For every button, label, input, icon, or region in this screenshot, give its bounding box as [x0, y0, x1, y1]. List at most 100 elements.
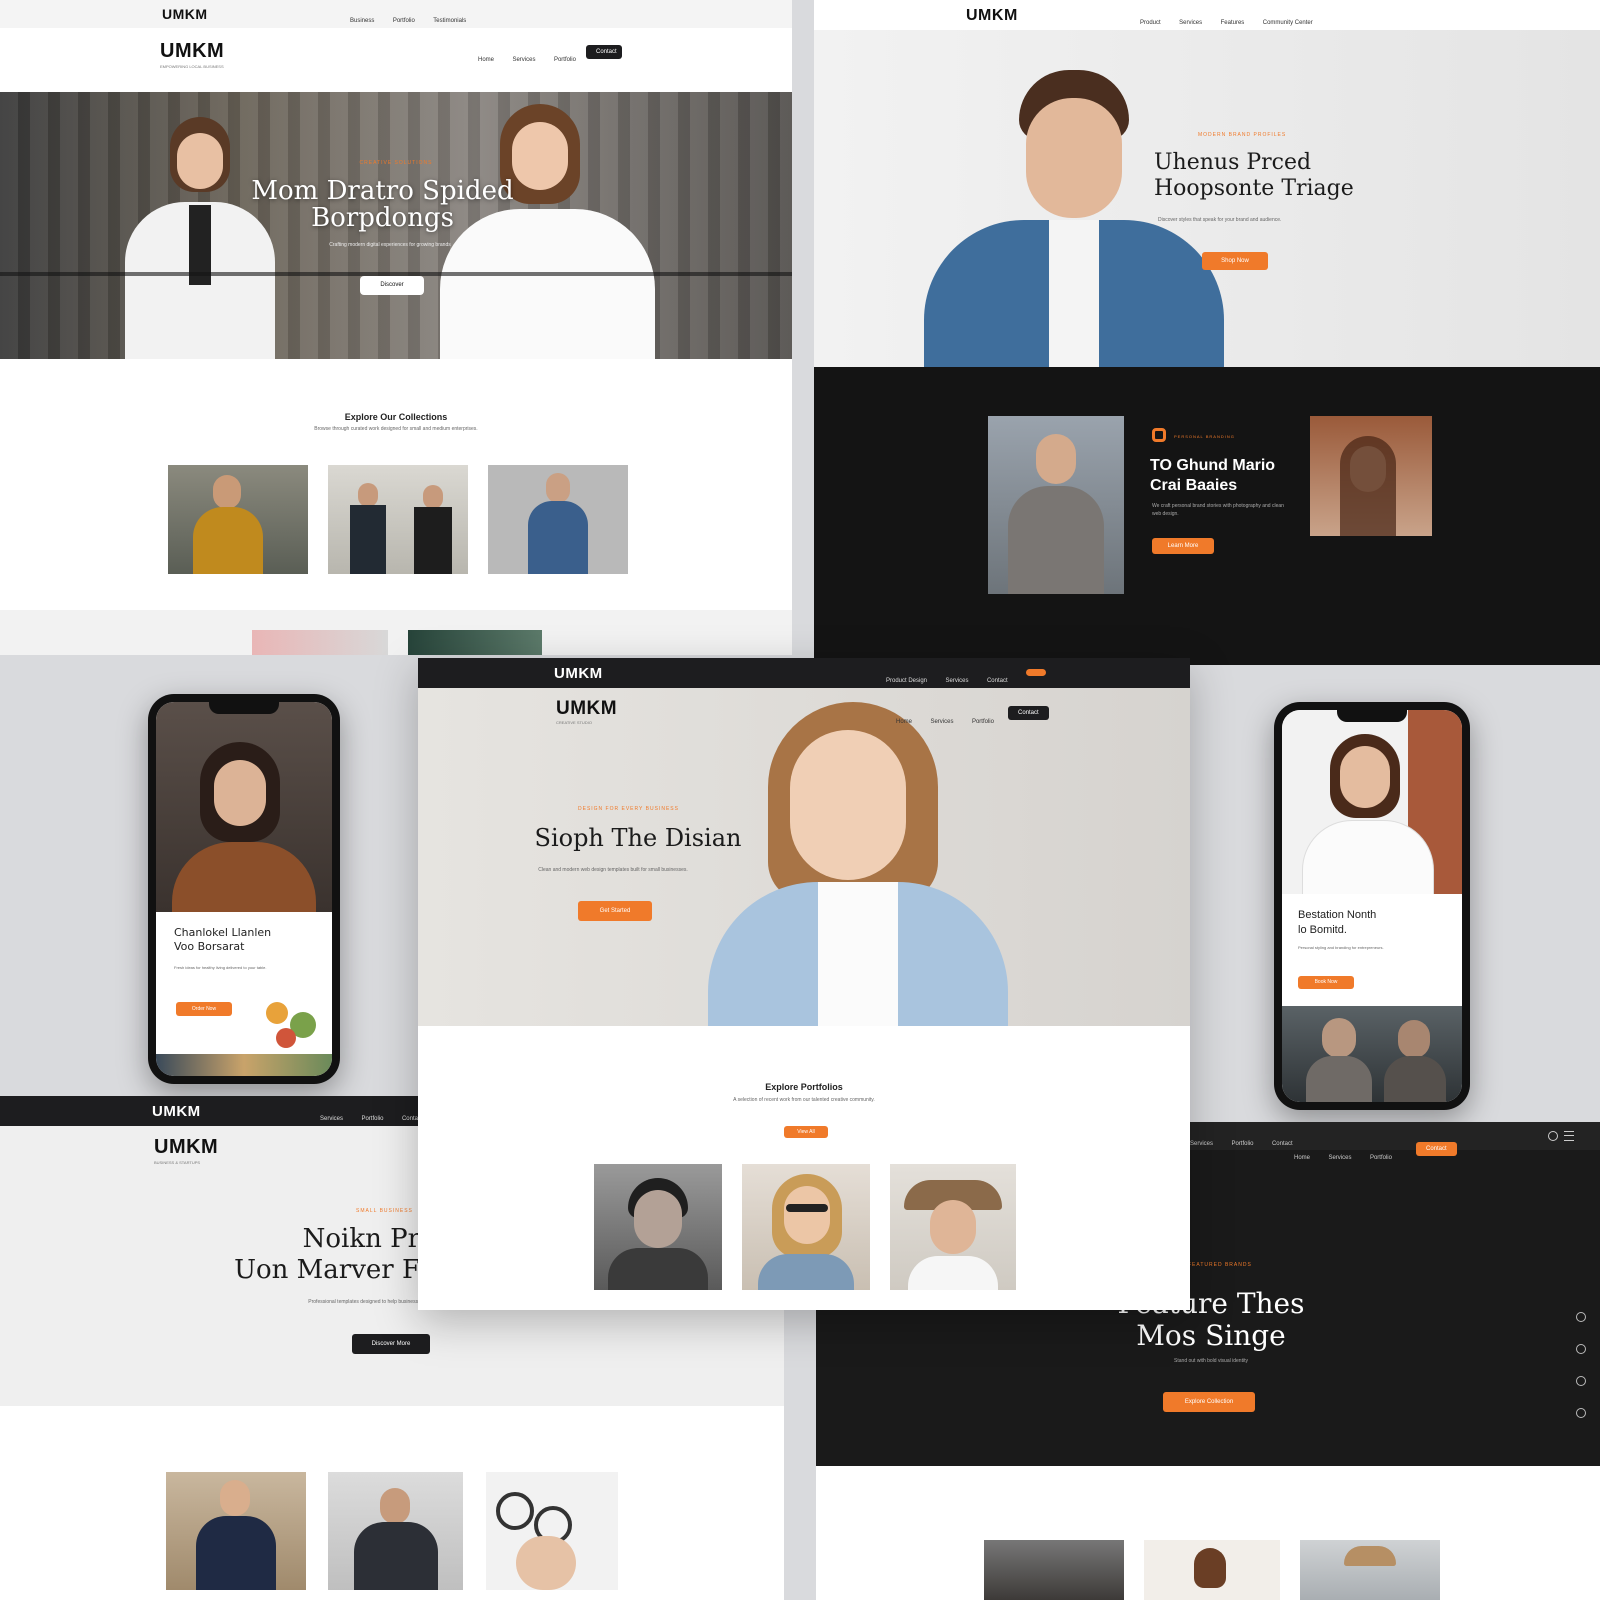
features-title: Explore Portfolios — [765, 1082, 843, 1092]
logo[interactable]: UMKM — [154, 1136, 218, 1159]
header: UMKM EMPOWERING LOCAL BUSINESS Home Serv… — [0, 28, 792, 92]
nav-link[interactable]: Home — [478, 57, 494, 63]
feature-image[interactable] — [1310, 416, 1432, 536]
portfolio-image[interactable] — [168, 465, 308, 574]
globe-icon[interactable] — [1548, 1131, 1558, 1141]
nav-link[interactable]: Portfolio — [393, 18, 415, 24]
nav-link[interactable]: Home — [896, 719, 912, 725]
nav-link[interactable]: Services — [320, 1116, 343, 1122]
nav-link[interactable]: Portfolio — [361, 1116, 383, 1122]
logo[interactable]: UMKM — [966, 7, 1018, 25]
hero-kicker: MODERN BRAND PROFILES — [1198, 132, 1287, 138]
hero-kicker: DESIGN FOR EVERY BUSINESS — [578, 806, 679, 812]
portfolio-image[interactable] — [890, 1164, 1016, 1290]
feature-image[interactable] — [988, 416, 1124, 594]
phone-hero-image — [156, 702, 332, 912]
mockup-top-left: UMKM Business Portfolio Testimonials UMK… — [0, 0, 792, 655]
hero-button[interactable]: Discover — [360, 276, 424, 295]
nav-link[interactable]: Services — [930, 719, 953, 725]
strip-image — [408, 630, 542, 655]
portfolio-image[interactable] — [328, 465, 468, 574]
portfolio-image[interactable] — [742, 1164, 870, 1290]
phone-notch — [1337, 710, 1407, 722]
gallery-image[interactable] — [984, 1540, 1124, 1600]
hero-kicker: CREATIVE SOLUTIONS — [359, 160, 433, 166]
nav-link[interactable]: Services — [945, 678, 968, 684]
contact-button[interactable]: Contact — [1416, 1142, 1457, 1156]
nav-link[interactable]: Business — [350, 18, 374, 24]
dark-button[interactable]: Learn More — [1152, 538, 1214, 554]
features-subtitle: A selection of recent work from our tale… — [733, 1097, 875, 1103]
hero-title: Sioph The Disian — [534, 824, 742, 852]
nav-link[interactable]: Features — [1221, 20, 1245, 26]
topbar-nav: Product Design Services Contact — [872, 669, 1008, 687]
gallery-image[interactable] — [1144, 1540, 1280, 1600]
hero-button[interactable]: Get Started — [578, 901, 652, 921]
toggle-icon[interactable] — [1026, 669, 1046, 676]
tagline: BUSINESS & STARTUPS — [154, 1160, 201, 1165]
nav-link[interactable]: Home — [1294, 1155, 1310, 1161]
topbar-nav: Product Services Features Community Cent… — [1126, 11, 1313, 29]
food-illustration — [256, 992, 326, 1052]
brand-badge-icon — [1152, 428, 1166, 442]
header-nav: Home Services Portfolio — [882, 710, 994, 728]
portfolio-image[interactable] — [594, 1164, 722, 1290]
phone-title-line: lo Bomitd. — [1298, 924, 1347, 936]
phone-title: Bestation Nonth lo Bomitd. — [1298, 908, 1448, 938]
section-strip — [0, 610, 792, 655]
gallery-image[interactable] — [166, 1472, 306, 1590]
bottom-strip — [156, 1054, 332, 1076]
nav-link[interactable]: Services — [512, 57, 535, 63]
nav-link[interactable]: Portfolio — [972, 719, 994, 725]
nav-link[interactable]: Product Design — [886, 678, 927, 684]
portfolio-image[interactable] — [488, 465, 628, 574]
tagline: EMPOWERING LOCAL BUSINESS — [160, 64, 224, 69]
nav-link[interactable]: Portfolio — [554, 57, 576, 63]
hero-image — [418, 688, 1190, 1026]
hero-title-line: Hoopsonte Triage — [1154, 176, 1354, 201]
nav-link[interactable]: Community Center — [1263, 20, 1313, 26]
social-icons — [1576, 1312, 1588, 1418]
contact-button[interactable]: Contact — [586, 45, 622, 59]
hero-title-line: Borpdongs — [311, 203, 454, 233]
nav-link[interactable]: Services — [1190, 1141, 1213, 1147]
tagline: CREATIVE STUDIO — [556, 720, 592, 725]
nav-link[interactable]: Portfolio — [1370, 1155, 1392, 1161]
hero-title: Mom Dratro Spided Borpdongs — [0, 178, 765, 232]
phone-subtitle: Fresh ideas for healthy living delivered… — [174, 965, 267, 970]
hero-title-line: Noikn Pr — [302, 1224, 420, 1254]
gallery-image[interactable] — [486, 1472, 618, 1590]
topbar-nav: Services Portfolio Contact — [1176, 1132, 1293, 1150]
phone-hero-image — [1282, 710, 1462, 894]
gallery-image[interactable] — [1300, 1540, 1440, 1600]
nav-link[interactable]: Contact — [987, 678, 1008, 684]
nav-link[interactable]: Testimonials — [433, 18, 466, 24]
hero-subtitle: Stand out with bold visual identity — [1174, 1358, 1248, 1364]
social-icon[interactable] — [1576, 1376, 1586, 1386]
nav-link[interactable]: Services — [1328, 1155, 1351, 1161]
social-icon[interactable] — [1576, 1312, 1586, 1322]
dark-subtitle: We craft personal brand stories with pho… — [1152, 503, 1284, 517]
menu-icon[interactable] — [1564, 1131, 1574, 1141]
logo[interactable]: UMKM — [160, 40, 224, 63]
logo[interactable]: UMKM — [554, 665, 603, 682]
gallery-image[interactable] — [328, 1472, 463, 1590]
header-nav: Home Services Portfolio — [464, 48, 576, 66]
logo[interactable]: UMKM — [162, 6, 208, 22]
nav-link[interactable]: Product — [1140, 20, 1161, 26]
logo[interactable]: UMKM — [556, 698, 617, 720]
hero-title-line: Mom Dratro Spided — [251, 176, 514, 206]
logo[interactable]: UMKM — [152, 1103, 201, 1120]
contact-button[interactable]: Contact — [1008, 706, 1049, 720]
social-icon[interactable] — [1576, 1344, 1586, 1354]
hero-button[interactable]: Discover More — [352, 1334, 430, 1354]
social-icon[interactable] — [1576, 1408, 1586, 1418]
features-button[interactable]: View All — [784, 1126, 828, 1138]
nav-link[interactable]: Services — [1179, 20, 1202, 26]
phone-button[interactable]: Book Now — [1298, 976, 1354, 989]
nav-link[interactable]: Portfolio — [1231, 1141, 1253, 1147]
phone-button[interactable]: Order Now — [176, 1002, 232, 1016]
hero-button[interactable]: Shop Now — [1202, 252, 1268, 270]
hero-button[interactable]: Explore Collection — [1163, 1392, 1255, 1412]
strip-image — [252, 630, 388, 655]
